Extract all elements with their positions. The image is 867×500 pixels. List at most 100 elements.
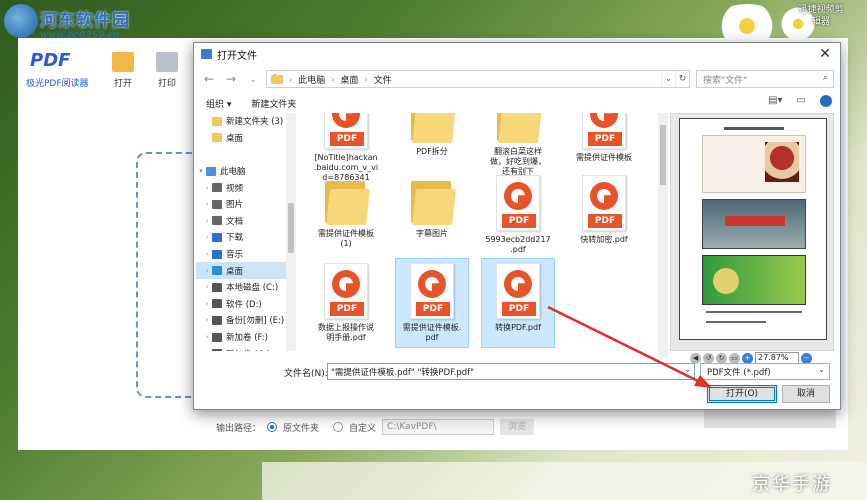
output-custom-radio[interactable] bbox=[333, 422, 344, 432]
fit-page-icon[interactable]: ▭ bbox=[729, 352, 740, 364]
chevron-down-icon[interactable]: ⌄ bbox=[684, 365, 691, 374]
toolbar-open-button[interactable]: 打开 bbox=[108, 52, 138, 89]
breadcrumb-separator-icon: › bbox=[364, 74, 368, 84]
file-item[interactable]: PDF 转换PDF.pdf bbox=[481, 258, 555, 348]
nav-item-label: 备份[勿删] (E:) bbox=[226, 316, 285, 327]
preview-id-card-back bbox=[702, 199, 806, 249]
expand-chevron-icon[interactable]: › bbox=[202, 233, 212, 241]
file-item[interactable]: PDF 5993ecb2dd217 .pdf bbox=[482, 171, 554, 259]
nav-item[interactable]: ▾ 此电脑 bbox=[196, 163, 296, 180]
nav-item[interactable]: › 备份[勿删] (E:) bbox=[196, 312, 296, 329]
rotate-left-icon[interactable]: ↺ bbox=[703, 352, 714, 364]
expand-chevron-icon[interactable]: › bbox=[202, 316, 212, 324]
output-path-field[interactable]: C:\KavPDF\ bbox=[382, 419, 495, 435]
nav-item[interactable]: › 本地磁盘 (C:) bbox=[196, 279, 296, 296]
folder-front bbox=[412, 113, 456, 143]
help-icon[interactable]: ? bbox=[820, 95, 832, 107]
open-folder-icon bbox=[112, 52, 134, 72]
preview-pane-icon[interactable]: ▭ bbox=[797, 95, 806, 107]
file-item[interactable]: PDF 需提供证件模板 bbox=[568, 113, 640, 177]
nav-item[interactable]: › 新加卷 (F:) bbox=[196, 329, 296, 346]
search-placeholder: 搜索"文件" bbox=[703, 76, 748, 86]
pdf-logo-icon bbox=[504, 182, 532, 210]
file-item[interactable]: 需提供证件模板 (1) bbox=[310, 171, 382, 259]
folder-front bbox=[326, 189, 370, 225]
expand-chevron-icon[interactable]: › bbox=[202, 250, 212, 258]
output-source-radio[interactable] bbox=[267, 422, 278, 432]
nav-item[interactable]: › 下载 bbox=[196, 229, 296, 246]
nav-item[interactable]: › 视频 bbox=[196, 179, 296, 196]
expand-chevron-icon[interactable]: › bbox=[202, 300, 212, 308]
expand-chevron-icon[interactable]: › bbox=[202, 333, 212, 341]
file-item[interactable]: PDF拆分 bbox=[396, 113, 468, 177]
expand-chevron-icon[interactable]: › bbox=[202, 217, 212, 225]
breadcrumb-files[interactable]: 文件 bbox=[374, 73, 392, 86]
file-item[interactable]: PDF 数据上报操作说 明手册.pdf bbox=[310, 259, 382, 347]
file-item[interactable]: 翻滚白菜这样 做，好吃到爆， 还有别下 bbox=[482, 113, 554, 177]
nav-item[interactable]: › 图片 bbox=[196, 196, 296, 213]
organize-button[interactable]: 组织 ▾ bbox=[206, 97, 231, 110]
search-input[interactable]: 搜索"文件" ⌕ bbox=[696, 70, 834, 88]
dialog-titlebar[interactable]: 打开文件 bbox=[194, 43, 840, 65]
recent-chevron-icon[interactable]: ⌄ bbox=[246, 75, 260, 84]
filename-label: 文件名(N): bbox=[284, 369, 328, 379]
desktop-shortcut-label[interactable]: 迅捷视频剪辑器 bbox=[795, 4, 847, 28]
file-item[interactable]: 字幕图片 bbox=[396, 171, 468, 259]
open-button[interactable]: 打开(O) bbox=[707, 385, 777, 403]
close-icon[interactable]: ✕ bbox=[812, 43, 838, 65]
chevron-down-icon[interactable]: ⌄ bbox=[661, 71, 675, 87]
refresh-icon[interactable]: ↻ bbox=[675, 71, 689, 87]
file-drop-zone[interactable] bbox=[136, 152, 196, 398]
forward-arrow-icon[interactable]: → bbox=[224, 72, 238, 86]
rotate-right-icon[interactable]: ↻ bbox=[716, 352, 727, 364]
nav-item[interactable]: › 软件 (D:) bbox=[196, 296, 296, 313]
nav-item[interactable]: 新建文件夹 (3) bbox=[196, 113, 296, 130]
scrollbar-thumb[interactable] bbox=[660, 125, 666, 185]
prev-page-icon[interactable]: ◀ bbox=[690, 352, 701, 364]
expand-chevron-icon[interactable]: › bbox=[202, 350, 212, 351]
file-item[interactable]: PDF 需提供证件模板. pdf bbox=[395, 258, 469, 348]
cancel-button[interactable]: 取消 bbox=[782, 385, 830, 403]
expand-chevron-icon[interactable]: › bbox=[202, 283, 212, 291]
filename-input[interactable]: "需提供证件模板.pdf" "转换PDF.pdf" ⌄ bbox=[327, 363, 695, 380]
file-item[interactable]: PDF 快转加密.pdf bbox=[568, 171, 640, 259]
expand-chevron-icon[interactable]: › bbox=[202, 200, 212, 208]
folder-front bbox=[498, 113, 542, 143]
nav-item[interactable]: › 文档 bbox=[196, 213, 296, 230]
nav-item[interactable]: › 音乐 bbox=[196, 246, 296, 263]
nav-item[interactable]: › 桌面 bbox=[196, 262, 296, 279]
breadcrumb-separator-icon: › bbox=[289, 74, 293, 84]
browse-button[interactable]: 浏览 bbox=[500, 419, 535, 435]
view-options-icon[interactable]: ▤▾ bbox=[768, 95, 782, 107]
expand-chevron-icon[interactable]: › bbox=[202, 184, 212, 192]
expand-chevron-icon[interactable]: ▾ bbox=[196, 167, 206, 175]
zoom-in-icon[interactable]: + bbox=[742, 352, 753, 364]
dialog-app-icon bbox=[201, 49, 212, 59]
nav-item-label: 新建文件夹 (3) bbox=[226, 117, 284, 128]
new-folder-button[interactable]: 新建文件夹 bbox=[251, 97, 296, 110]
pdf-badge: PDF bbox=[330, 302, 364, 316]
navigation-scrollbar[interactable] bbox=[286, 113, 296, 351]
nav-item[interactable]: 桌面 bbox=[196, 130, 296, 147]
zoom-out-icon[interactable]: − bbox=[801, 352, 812, 364]
pdf-file-icon: PDF bbox=[324, 263, 368, 319]
file-type-select[interactable]: PDF文件 (*.pdf) ⌄ bbox=[700, 363, 830, 380]
nav-item[interactable]: › 新加卷 (G:) bbox=[196, 345, 296, 351]
breadcrumb-desktop[interactable]: 桌面 bbox=[340, 73, 358, 86]
folder-icon bbox=[271, 74, 283, 84]
expand-chevron-icon[interactable]: › bbox=[202, 267, 212, 275]
output-path-label: 输出路径： bbox=[216, 423, 262, 434]
breadcrumb-separator-icon: › bbox=[331, 74, 335, 84]
pdf-logo-icon bbox=[504, 270, 532, 298]
address-bar[interactable]: › 此电脑 › 桌面 › 文件 ⌄ ↻ bbox=[266, 70, 690, 88]
drive-icon bbox=[212, 349, 222, 351]
drive-icon bbox=[212, 282, 222, 292]
breadcrumb-this-pc[interactable]: 此电脑 bbox=[298, 73, 325, 86]
scrollbar-thumb[interactable] bbox=[288, 203, 294, 253]
file-list: PDF [NoTitle]hackan .baidu.com_v_vi d=878… bbox=[298, 113, 663, 357]
nav-item-label: 桌面 bbox=[226, 266, 244, 277]
open-file-dialog: 打开文件 ✕ ← → ⌄ ↑ › 此电脑 › 桌面 › 文件 ⌄ ↻ 搜索"文件… bbox=[193, 42, 841, 410]
toolbar-print-button[interactable]: 打印 bbox=[152, 52, 182, 89]
file-list-scrollbar[interactable] bbox=[658, 113, 668, 357]
back-arrow-icon[interactable]: ← bbox=[202, 72, 216, 86]
